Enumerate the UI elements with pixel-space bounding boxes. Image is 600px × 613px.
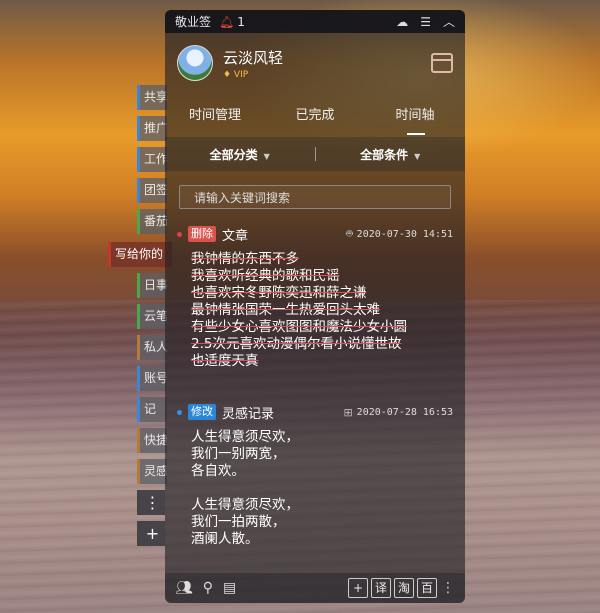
- avatar[interactable]: [177, 45, 213, 81]
- bell-icon[interactable]: 🔔︎: [219, 15, 234, 29]
- windows-icon: ⊞: [343, 405, 353, 419]
- bottom-toolbar: 👥︎ ⚲ ▤ + 译淘百 ⋮: [165, 573, 465, 603]
- note-title: 灵感记录: [222, 406, 275, 422]
- user-name: 云淡风轻: [223, 48, 284, 67]
- sidebar-add-button[interactable]: +: [137, 521, 165, 546]
- sidebar-tab-9[interactable]: 账号: [137, 366, 167, 391]
- sidebar-tab-8[interactable]: 私人: [137, 335, 167, 360]
- collapse-icon[interactable]: ︿: [443, 13, 455, 30]
- note-date: 2020-07-30 14:51: [356, 228, 453, 240]
- note-line: 有些少女心喜欢图图和魔法少女小圆: [191, 319, 407, 335]
- note-line: 也喜欢宋冬野陈奕迅和薛之谦: [191, 285, 367, 301]
- note-line: 最钟情张国荣一生热爱回头太难: [191, 302, 380, 318]
- note-line: 我们一拍两散，: [191, 514, 286, 530]
- category-filter[interactable]: 全部分类 ▼: [165, 146, 315, 163]
- sidebar-more-button[interactable]: ⋮: [137, 490, 165, 515]
- android-icon: 🤖︎: [346, 226, 353, 240]
- sidebar-tab-12[interactable]: 灵感: [137, 459, 167, 484]
- note-line: 我钟情的东西不多: [191, 251, 299, 267]
- note-body: 我钟情的东西不多 我喜欢听经典的歌和民谣 也喜欢宋冬野陈奕迅和薛之谦 最钟情张国荣一生…: [165, 251, 465, 370]
- app-name: 敬业签: [175, 15, 212, 29]
- notes-icon[interactable]: ▤: [223, 580, 236, 596]
- timeline-dot: [177, 231, 182, 237]
- sidebar-tab-3[interactable]: 团签: [137, 178, 167, 203]
- note-status-tag: 删除: [188, 226, 216, 242]
- view-tabs: 时间管理 已完成 时间轴: [165, 93, 465, 135]
- notification-count: 1: [237, 14, 245, 29]
- sidebar-tab-1[interactable]: 推广: [137, 116, 167, 141]
- baidu-button[interactable]: 百: [417, 578, 437, 598]
- condition-filter-label: 全部条件: [360, 147, 409, 162]
- note-header: 删除 文章 🤖︎ 2020-07-30 14:51: [165, 225, 465, 244]
- menu-icon[interactable]: ☰: [420, 15, 431, 29]
- note-line: 各自欢。: [191, 463, 245, 479]
- translate-button[interactable]: 译: [371, 578, 391, 598]
- note-body: 人生得意须尽欢， 我们一别两宽， 各自欢。 人生得意须尽欢， 我们一拍两散， 酒阑人散。: [165, 429, 465, 548]
- chevron-down-icon: ▼: [414, 151, 421, 161]
- timeline-note[interactable]: 删除 文章 🤖︎ 2020-07-30 14:51 我钟情的东西不多 我喜欢听经典的歌和民…: [165, 225, 465, 370]
- note-status-tag: 修改: [188, 404, 216, 420]
- category-filter-label: 全部分类: [209, 147, 258, 162]
- timeline-note[interactable]: 修改 灵感记录 ⊞ 2020-07-28 16:53 人生得意须尽欢， 我们一别两宽， 各自…: [165, 403, 465, 548]
- tab-timeline[interactable]: 时间轴: [365, 104, 465, 135]
- note-line: 酒阑人散。: [191, 531, 259, 547]
- more-icon[interactable]: ⋮: [441, 580, 455, 596]
- search-icon[interactable]: ⚲: [203, 580, 213, 596]
- note-panel: 敬业签 🔔︎ 1 ☁ ☰ ︿ 云淡风轻 ♦ VIP 时间管理 已完成 时间轴 全…: [165, 10, 465, 603]
- note-line: 也适度天真: [191, 353, 259, 369]
- add-note-button[interactable]: +: [348, 578, 368, 598]
- note-header: 修改 灵感记录 ⊞ 2020-07-28 16:53: [165, 403, 465, 422]
- title-bar[interactable]: 敬业签 🔔︎ 1 ☁ ☰ ︿: [165, 10, 465, 33]
- note-line: 人生得意须尽欢，: [191, 497, 299, 513]
- condition-filter[interactable]: 全部条件 ▼: [316, 146, 466, 163]
- note-line: 人生得意须尽欢，: [191, 429, 299, 445]
- taobao-button[interactable]: 淘: [394, 578, 414, 598]
- chevron-down-icon: ▼: [263, 151, 270, 161]
- note-date: 2020-07-28 16:53: [356, 406, 453, 418]
- note-line: [191, 480, 465, 497]
- note-line: 我们一别两宽，: [191, 446, 286, 462]
- sidebar-tab-11[interactable]: 快捷: [137, 428, 167, 453]
- sidebar-tab-4[interactable]: 番茄: [137, 209, 167, 234]
- cloud-sync-icon[interactable]: ☁: [396, 15, 408, 29]
- note-line: 我喜欢听经典的歌和民谣: [191, 268, 340, 284]
- timeline-dot: [177, 409, 182, 415]
- tab-time-management[interactable]: 时间管理: [165, 104, 265, 123]
- sidebar-tab-5[interactable]: 写给你的: [108, 242, 172, 267]
- sidebar-tab-2[interactable]: 工作: [137, 147, 167, 172]
- sidebar-tab-10[interactable]: 记: [137, 397, 167, 422]
- contacts-icon[interactable]: 👥︎: [175, 580, 193, 596]
- calendar-icon[interactable]: [431, 53, 453, 73]
- tab-completed[interactable]: 已完成: [265, 104, 365, 123]
- vip-badge: ♦ VIP: [223, 69, 249, 80]
- filter-bar: 全部分类 ▼ 全部条件 ▼: [165, 137, 465, 171]
- sidebar-tab-7[interactable]: 云笔: [137, 304, 167, 329]
- profile-area: 云淡风轻 ♦ VIP: [165, 33, 465, 93]
- sidebar-tab-0[interactable]: 共享: [137, 85, 167, 110]
- search-input[interactable]: 请输入关键词搜索: [179, 185, 451, 209]
- sidebar-tab-6[interactable]: 日事: [137, 273, 167, 298]
- note-title: 文章: [222, 228, 249, 244]
- note-line: 2.5次元喜欢动漫偶尔看小说懂世故: [191, 336, 402, 352]
